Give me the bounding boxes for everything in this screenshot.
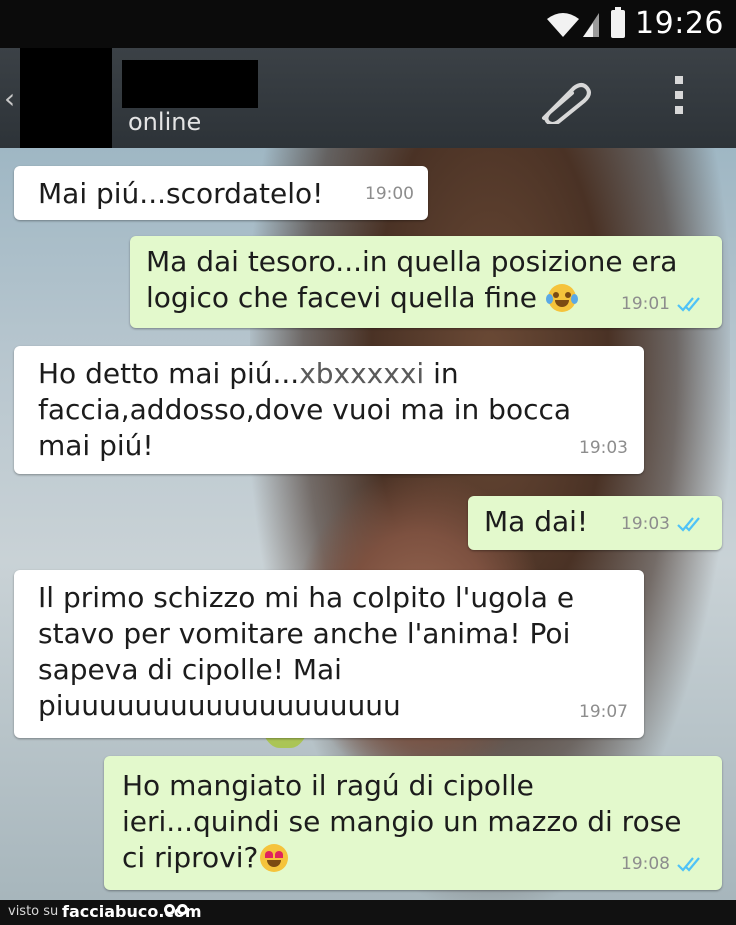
message-time: 19:00 [365,184,414,204]
message-meta: 19:03 [579,430,628,466]
message-text: Mai piú...scordatelo! [38,177,324,210]
message-meta: 19:08 [621,846,706,882]
censored-word: xbxxxxxi [299,357,425,390]
message-time: 19:03 [579,438,628,458]
message-time: 19:07 [579,702,628,722]
watermark-footer: visto su facciabuco.com [0,900,736,925]
eyes-logo-icon [164,904,188,915]
incoming-message[interactable]: Ho detto mai piú...xbxxxxxi in faccia,ad… [14,346,644,474]
message-time: 19:03 [621,514,670,534]
message-text-before: Ho detto mai piú... [38,357,300,390]
message-time: 19:08 [621,854,670,874]
read-receipt-icon [677,857,700,872]
tears-of-joy-emoji-icon [545,284,578,312]
heart-eyes-emoji-icon [260,844,289,872]
overflow-menu-icon[interactable] [675,76,683,121]
message-time: 19:01 [621,294,670,314]
read-receipt-icon [677,297,700,312]
contact-name-redacted[interactable] [122,60,258,108]
outgoing-message[interactable]: Ho mangiato il ragú di cipolle ieri...qu… [104,756,722,890]
status-icons: 19:26 [545,6,724,41]
battery-icon [611,6,626,38]
message-text: Ho mangiato il ragú di cipolle ieri...qu… [122,768,682,876]
wifi-signal-icon [547,12,600,37]
outgoing-message[interactable]: Ma dai tesoro...in quella posizione era … [130,236,722,328]
message-text-content: Ho mangiato il ragú di cipolle ieri...qu… [122,769,682,874]
incoming-message[interactable]: Mai piú...scordatelo! 19:00 [14,166,428,220]
chat-area: Mai piú...scordatelo! 19:00 Ma dai tesor… [0,148,736,900]
read-receipt-icon [677,517,700,532]
contact-status: online [128,108,202,136]
message-text: Il primo schizzo mi ha colpito l'ugola e… [38,581,575,722]
paperclip-icon[interactable] [534,78,592,124]
message-text: Ma dai! [484,505,589,538]
outgoing-message[interactable]: Ma dai! 19:03 [468,496,722,550]
message-meta: 19:01 [621,286,706,322]
chat-header: ‹ online [0,48,736,148]
message-meta: 19:07 [579,694,628,730]
status-bar: 19:26 [0,0,736,48]
message-text: Ho detto mai piú...xbxxxxxi in faccia,ad… [38,356,571,464]
status-time: 19:26 [635,6,724,41]
incoming-message[interactable]: Il primo schizzo mi ha colpito l'ugola e… [14,570,644,738]
message-meta: 19:03 [621,506,706,542]
back-arrow-icon[interactable]: ‹ [4,82,15,115]
message-text-content: Ma dai tesoro...in quella posizione era … [146,245,678,314]
avatar[interactable] [20,48,112,148]
message-meta: 19:00 [365,176,414,212]
watermark-prefix: visto su [8,904,59,919]
message-text: Ma dai tesoro...in quella posizione era … [146,244,677,316]
